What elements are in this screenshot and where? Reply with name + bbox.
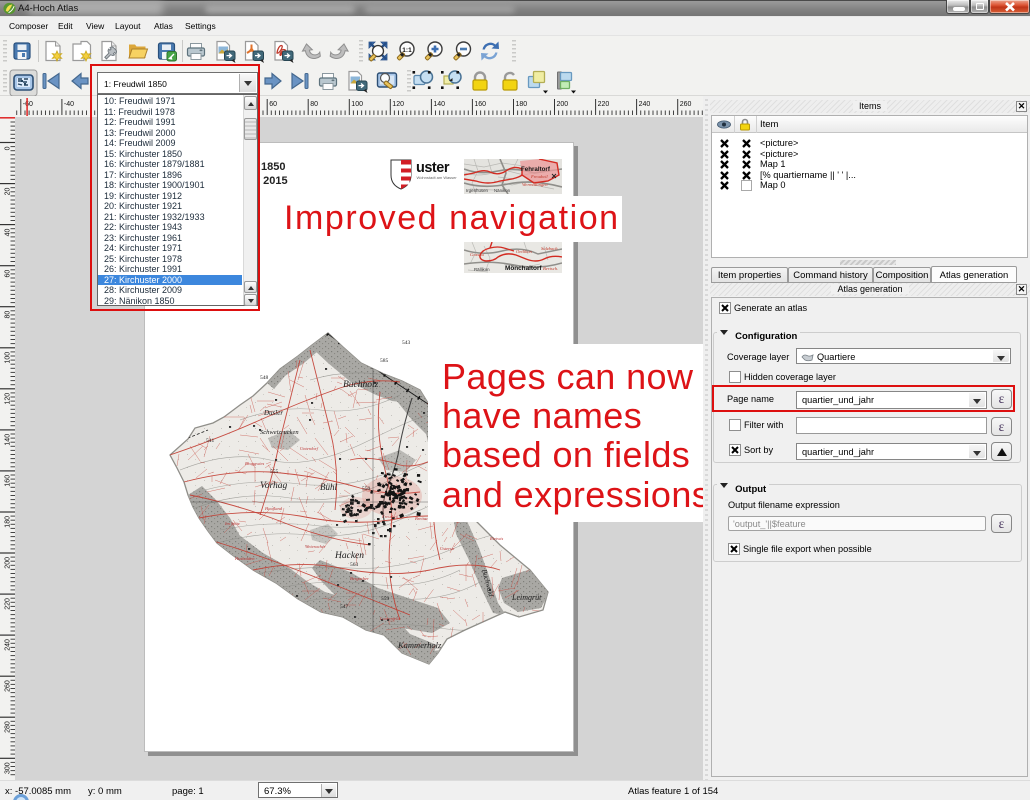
svg-text:Rällikon: Rällikon xyxy=(474,267,490,272)
svg-text:550: 550 xyxy=(362,486,371,492)
svg-text:585: 585 xyxy=(380,358,389,364)
svg-text:0: 0 xyxy=(5,146,12,150)
svg-text:Weieracher: Weieracher xyxy=(305,544,326,549)
svg-text:548: 548 xyxy=(260,375,269,381)
svg-text:Bruggwies: Bruggwies xyxy=(245,461,264,466)
svg-text:Dusler: Dusler xyxy=(263,409,283,417)
svg-text:Hacken: Hacken xyxy=(334,551,364,561)
svg-text:220: 220 xyxy=(598,101,610,108)
svg-text:Kammerholz: Kammerholz xyxy=(397,640,442,650)
svg-text:120: 120 xyxy=(392,101,404,108)
svg-text:300: 300 xyxy=(5,762,12,774)
svg-text:Haufland: Haufland xyxy=(264,506,283,511)
svg-text:Loorenfeld: Loorenfeld xyxy=(379,616,400,621)
svg-text:80: 80 xyxy=(5,311,12,319)
svg-text:Hushalden: Hushalden xyxy=(234,556,255,561)
svg-text:220: 220 xyxy=(5,598,12,610)
svg-text:120: 120 xyxy=(5,393,12,405)
svg-text:Im Spitz: Im Spitz xyxy=(224,521,240,526)
svg-text:Bertsch.: Bertsch. xyxy=(543,266,558,271)
svg-text:Rietwis: Rietwis xyxy=(489,536,503,541)
svg-text:Freudwil: Freudwil xyxy=(530,174,548,179)
svg-text:60: 60 xyxy=(5,270,12,278)
svg-text:100: 100 xyxy=(5,352,12,364)
svg-text:Unterdorf: Unterdorf xyxy=(300,446,319,451)
svg-text:Usterstr: Usterstr xyxy=(440,546,455,551)
svg-text:-60: -60 xyxy=(23,101,33,108)
svg-text:543: 543 xyxy=(402,340,411,346)
svg-text:Mönchaltorf: Mönchaltorf xyxy=(505,265,542,272)
svg-text:40: 40 xyxy=(5,229,12,237)
svg-text:-40: -40 xyxy=(64,101,74,108)
svg-text:140: 140 xyxy=(433,101,445,108)
svg-text:20: 20 xyxy=(5,188,12,196)
svg-text:180: 180 xyxy=(5,516,12,528)
svg-text:563: 563 xyxy=(350,562,359,568)
svg-text:Schweizrucken: Schweizrucken xyxy=(260,429,299,436)
svg-text:Wohnstadt am Wasser: Wohnstadt am Wasser xyxy=(417,175,458,180)
svg-text:Nänikon: Nänikon xyxy=(494,188,511,193)
svg-text:Freudwil: Freudwil xyxy=(381,514,399,519)
svg-text:Fehraltorf: Fehraltorf xyxy=(521,166,551,173)
svg-text:180: 180 xyxy=(516,101,528,108)
svg-text:240: 240 xyxy=(639,101,651,108)
svg-text:Irgenhusen: Irgenhusen xyxy=(466,188,489,193)
svg-text:Wermatlingen: Wermatlingen xyxy=(522,182,548,187)
svg-text:547: 547 xyxy=(340,604,349,610)
svg-text:559: 559 xyxy=(381,596,390,602)
svg-text:160: 160 xyxy=(5,475,12,487)
svg-text:Gossau: Gossau xyxy=(470,252,484,257)
svg-text:Vorhag: Vorhag xyxy=(260,481,288,491)
svg-text:200: 200 xyxy=(557,101,569,108)
svg-text:Sulzbach: Sulzbach xyxy=(541,246,558,251)
svg-text:260: 260 xyxy=(680,101,692,108)
svg-text:555: 555 xyxy=(270,469,279,475)
svg-text:Leimgrüt: Leimgrüt xyxy=(511,593,542,602)
svg-text:200: 200 xyxy=(5,557,12,569)
svg-text:60: 60 xyxy=(269,101,277,108)
svg-text:100: 100 xyxy=(351,101,363,108)
svg-text:Oetlikon: Oetlikon xyxy=(516,249,533,254)
svg-text:240: 240 xyxy=(5,639,12,651)
svg-text:140: 140 xyxy=(5,434,12,446)
svg-text:80: 80 xyxy=(310,101,318,108)
svg-text:Bergacher: Bergacher xyxy=(350,576,369,581)
svg-text:Bühl: Bühl xyxy=(320,482,337,492)
svg-text:1:1: 1:1 xyxy=(402,47,412,54)
svg-text:160: 160 xyxy=(474,101,486,108)
svg-text:260: 260 xyxy=(5,680,12,692)
svg-text:uster: uster xyxy=(416,160,450,176)
svg-text:Buchholz: Buchholz xyxy=(343,380,379,390)
svg-text:541: 541 xyxy=(206,438,215,444)
svg-text:280: 280 xyxy=(5,721,12,733)
